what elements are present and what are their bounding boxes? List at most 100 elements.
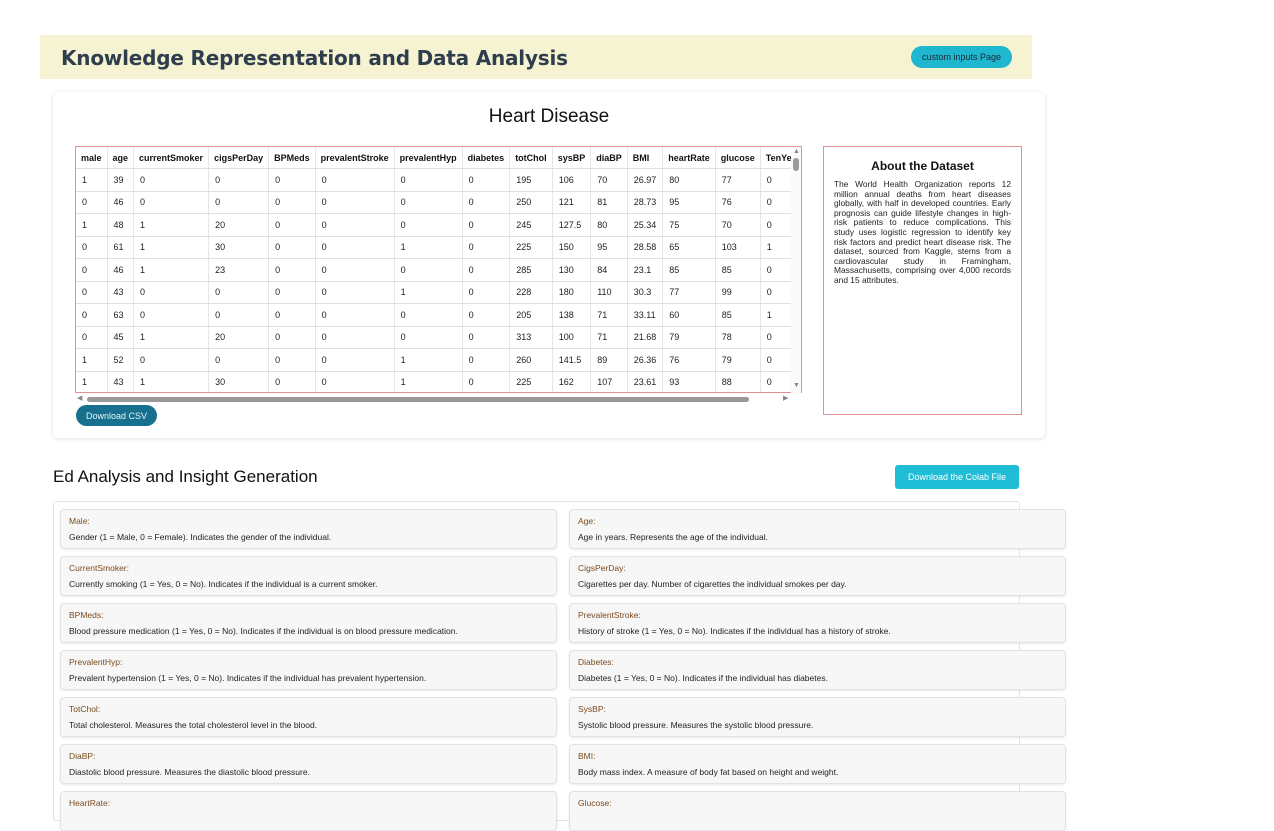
table-cell: 75 xyxy=(662,213,716,237)
table-cell: 0 xyxy=(268,348,316,372)
attribute-description: Diastolic blood pressure. Measures the d… xyxy=(69,767,310,777)
dataset-table-container[interactable]: male age currentSmoker cigsPerDay BPMeds prev… xyxy=(75,146,802,393)
table-cell: 39 xyxy=(107,168,135,192)
table-cell: 0 xyxy=(315,348,395,372)
column-header: age xyxy=(107,147,135,169)
table-cell: 93 xyxy=(662,371,716,392)
table-cell: 76 xyxy=(662,348,716,372)
table-cell: 0 xyxy=(208,303,270,327)
table-cell: 23 xyxy=(208,258,270,282)
table-cell: 0 xyxy=(394,303,463,327)
table-cell: 0 xyxy=(268,213,316,237)
table-cell: 0 xyxy=(208,348,270,372)
table-cell: 0 xyxy=(268,168,316,192)
table-cell: 43 xyxy=(107,281,135,304)
table-cell: 0 xyxy=(462,168,511,192)
attribute-card: TotChol: Total cholesterol. Measures the … xyxy=(60,697,557,737)
table-cell: 85 xyxy=(715,303,761,327)
table-cell: 63 xyxy=(107,303,135,327)
table-cell: 0 xyxy=(133,281,210,304)
table-cell: 84 xyxy=(590,258,628,282)
scroll-up-icon[interactable]: ▲ xyxy=(793,148,800,155)
table-cell: 79 xyxy=(715,348,761,372)
download-csv-button[interactable]: Download CSV xyxy=(76,405,158,426)
table-row: 1 52 0 0 0 0 1 0 260 141.5 89 26.36 76 79 0 xyxy=(76,348,798,372)
vertical-scroll-thumb[interactable] xyxy=(793,158,799,171)
table-cell: 0 xyxy=(268,236,316,259)
attribute-description: Cigarettes per day. Number of cigarettes… xyxy=(578,579,847,589)
table-cell: 106 xyxy=(552,168,592,192)
table-cell: 0 xyxy=(268,326,316,349)
horizontal-scrollbar[interactable]: ◀ ▶ xyxy=(75,394,791,404)
table-cell: 43 xyxy=(107,371,135,392)
table-cell: 0 xyxy=(268,258,316,282)
table-cell: 81 xyxy=(590,191,628,214)
attribute-card: HeartRate: xyxy=(60,791,557,831)
table-cell: 138 xyxy=(552,303,592,327)
table-row: 0 46 1 23 0 0 0 0 285 130 84 23.1 85 85 0 xyxy=(76,258,798,282)
table-cell: 77 xyxy=(715,168,761,192)
download-colab-button[interactable]: Download the Colab File xyxy=(895,465,1019,489)
table-cell: 78 xyxy=(715,326,761,349)
scroll-down-icon[interactable]: ▼ xyxy=(793,382,800,389)
table-cell: 20 xyxy=(208,326,270,349)
table-cell: 71 xyxy=(590,326,628,349)
table-row: 1 48 1 20 0 0 0 0 245 127.5 80 25.34 75 70 0 xyxy=(76,213,798,237)
attribute-name: SysBP: xyxy=(578,704,606,714)
table-cell: 225 xyxy=(509,236,553,259)
table-cell: 313 xyxy=(509,326,553,349)
table-cell: 0 xyxy=(462,213,511,237)
table-cell: 0 xyxy=(76,236,108,259)
table-cell: 60 xyxy=(662,303,716,327)
table-cell: 77 xyxy=(662,281,716,304)
about-dataset-panel: About the Dataset The World Health Organ… xyxy=(823,146,1022,415)
attribute-description: Prevalent hypertension (1 = Yes, 0 = No)… xyxy=(69,673,427,683)
table-cell: 52 xyxy=(107,348,135,372)
attribute-name: CurrentSmoker: xyxy=(69,563,129,573)
attribute-card: PrevalentStroke: History of stroke (1 = Y… xyxy=(569,603,1066,643)
table-cell: 0 xyxy=(76,191,108,214)
vertical-scrollbar[interactable]: ▲ ▼ xyxy=(791,147,801,393)
table-row: 0 61 1 30 0 0 1 0 225 150 95 28.58 65 103 1 xyxy=(76,236,798,259)
column-header: currentSmoker xyxy=(133,147,210,169)
attribute-name: DiaBP: xyxy=(69,751,96,761)
table-cell: 0 xyxy=(133,303,210,327)
table-cell: 95 xyxy=(662,191,716,214)
table-cell: 46 xyxy=(107,191,135,214)
table-cell: 180 xyxy=(552,281,592,304)
table-cell: 228 xyxy=(509,281,553,304)
table-cell: 0 xyxy=(315,326,395,349)
attribute-card: CurrentSmoker: Currently smoking (1 = Yes… xyxy=(60,556,557,596)
table-cell: 127.5 xyxy=(552,213,592,237)
table-cell: 0 xyxy=(394,168,463,192)
table-cell: 0 xyxy=(462,281,511,304)
attribute-name: BMI: xyxy=(578,751,596,761)
table-cell: 0 xyxy=(76,281,108,304)
table-cell: 285 xyxy=(509,258,553,282)
attribute-description: Diabetes (1 = Yes, 0 = No). Indicates if… xyxy=(578,673,828,683)
attribute-name: Age: xyxy=(578,516,596,526)
column-header: diaBP xyxy=(590,147,628,169)
table-cell: 121 xyxy=(552,191,592,214)
table-cell: 30.3 xyxy=(627,281,664,304)
scroll-right-icon[interactable]: ▶ xyxy=(783,394,788,402)
table-cell: 26.36 xyxy=(627,348,664,372)
custom-inputs-page-button[interactable]: custom inputs Page xyxy=(910,46,1012,68)
table-cell: 1 xyxy=(133,371,210,392)
table-cell: 0 xyxy=(394,326,463,349)
table-cell: 110 xyxy=(590,281,628,304)
table-cell: 89 xyxy=(590,348,628,372)
table-row: 0 46 0 0 0 0 0 0 250 121 81 28.73 95 76 0 xyxy=(76,191,798,214)
table-cell: 0 xyxy=(133,168,210,192)
column-header: BMI xyxy=(627,147,664,169)
table-cell: 1 xyxy=(133,258,210,282)
scroll-left-icon[interactable]: ◀ xyxy=(77,394,82,402)
table-cell: 99 xyxy=(715,281,761,304)
table-cell: 1 xyxy=(133,326,210,349)
table-cell: 61 xyxy=(107,236,135,259)
analysis-section-title: Ed Analysis and Insight Generation xyxy=(53,467,318,486)
horizontal-scroll-thumb[interactable] xyxy=(87,397,749,402)
table-header-row: male age currentSmoker cigsPerDay BPMeds prev… xyxy=(76,147,798,169)
table-cell: 0 xyxy=(462,348,511,372)
attribute-description: Body mass index. A measure of body fat b… xyxy=(578,767,839,777)
